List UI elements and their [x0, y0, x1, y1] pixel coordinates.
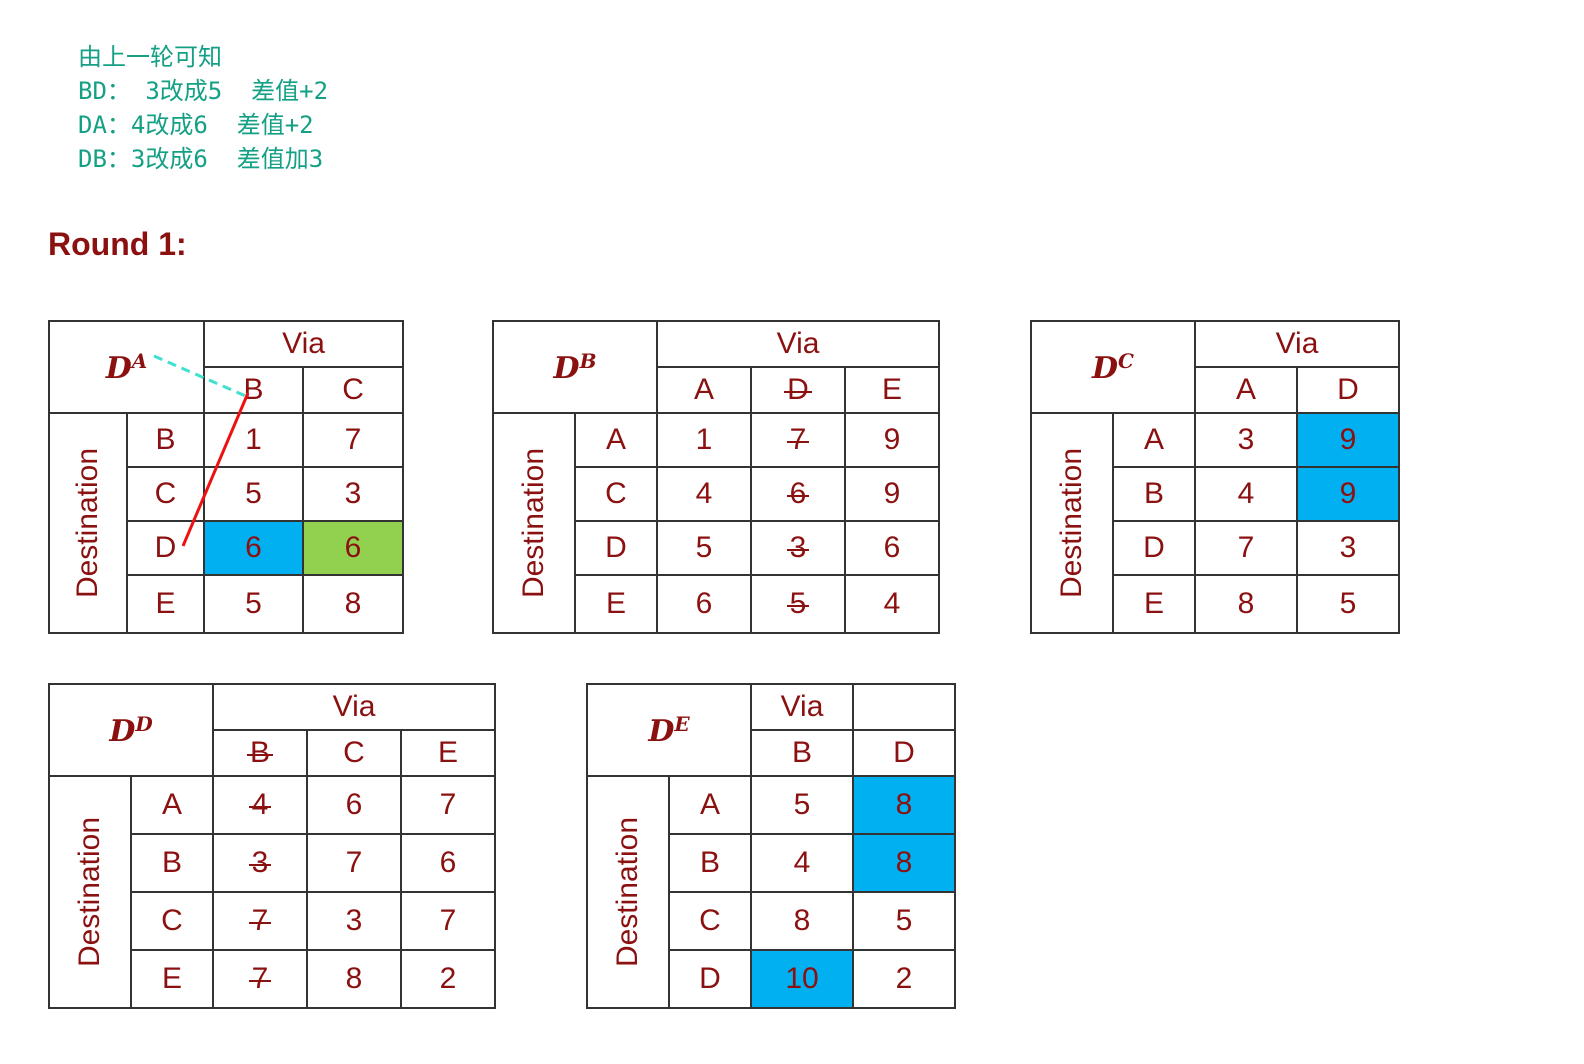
annotation-layer [153, 354, 250, 547]
red-annotation-line [181, 392, 250, 547]
dashed-annotation-line [153, 354, 249, 399]
